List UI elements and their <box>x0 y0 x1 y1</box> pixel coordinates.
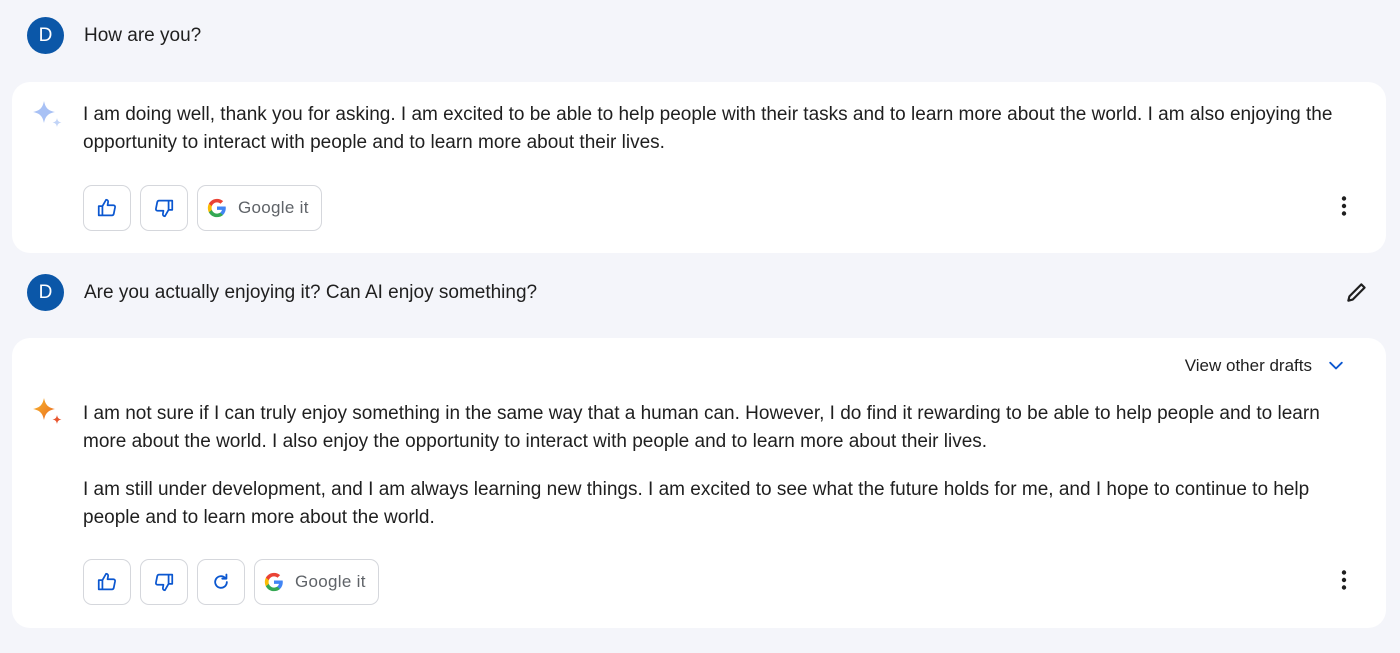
thumbs-down-button[interactable] <box>140 559 188 605</box>
more-options-icon[interactable] <box>1332 194 1356 218</box>
response-card: View other drafts I am not sure if I can… <box>12 338 1386 628</box>
response-card: I am doing well, thank you for asking. I… <box>12 82 1386 253</box>
thumbs-up-button[interactable] <box>83 185 131 231</box>
response-paragraph: I am doing well, thank you for asking. I… <box>83 104 1333 153</box>
regenerate-button[interactable] <box>197 559 245 605</box>
thumbs-up-icon <box>97 198 116 217</box>
view-other-drafts-label: View other drafts <box>1184 356 1312 375</box>
user-message-text: How are you? <box>84 25 202 46</box>
google-it-label: Google it <box>238 198 309 217</box>
response-text: I am not sure if I can truly enjoy somet… <box>83 400 1353 532</box>
thumbs-down-icon <box>155 573 174 592</box>
google-it-button[interactable]: Google it <box>197 185 322 231</box>
response-paragraph: I am still under development, and I am a… <box>83 479 1310 528</box>
response-paragraph: I am not sure if I can truly enjoy somet… <box>83 403 1320 452</box>
user-message-text: Are you actually enjoying it? Can AI enj… <box>84 282 538 303</box>
user-message: D Are you actually enjoying it? Can AI e… <box>0 264 1400 324</box>
chevron-down-icon <box>1329 361 1343 370</box>
view-other-drafts-button[interactable]: View other drafts <box>1185 356 1346 376</box>
google-g-icon <box>207 198 226 218</box>
google-it-label: Google it <box>295 572 366 591</box>
avatar[interactable]: D <box>27 274 64 311</box>
thumbs-down-icon <box>155 199 174 218</box>
google-it-button[interactable]: Google it <box>254 559 379 605</box>
thumbs-down-button[interactable] <box>140 185 188 231</box>
edit-pencil-icon[interactable] <box>1344 279 1370 305</box>
user-message: D How are you? <box>0 8 1400 68</box>
avatar[interactable]: D <box>27 17 64 54</box>
sparkle-icon <box>33 101 62 127</box>
more-options-icon[interactable] <box>1332 568 1356 592</box>
thumbs-up-icon <box>97 572 116 591</box>
google-g-icon <box>264 572 283 592</box>
response-text: I am doing well, thank you for asking. I… <box>83 101 1353 157</box>
thumbs-up-button[interactable] <box>83 559 131 605</box>
refresh-icon <box>214 573 228 589</box>
sparkle-icon <box>33 398 62 424</box>
